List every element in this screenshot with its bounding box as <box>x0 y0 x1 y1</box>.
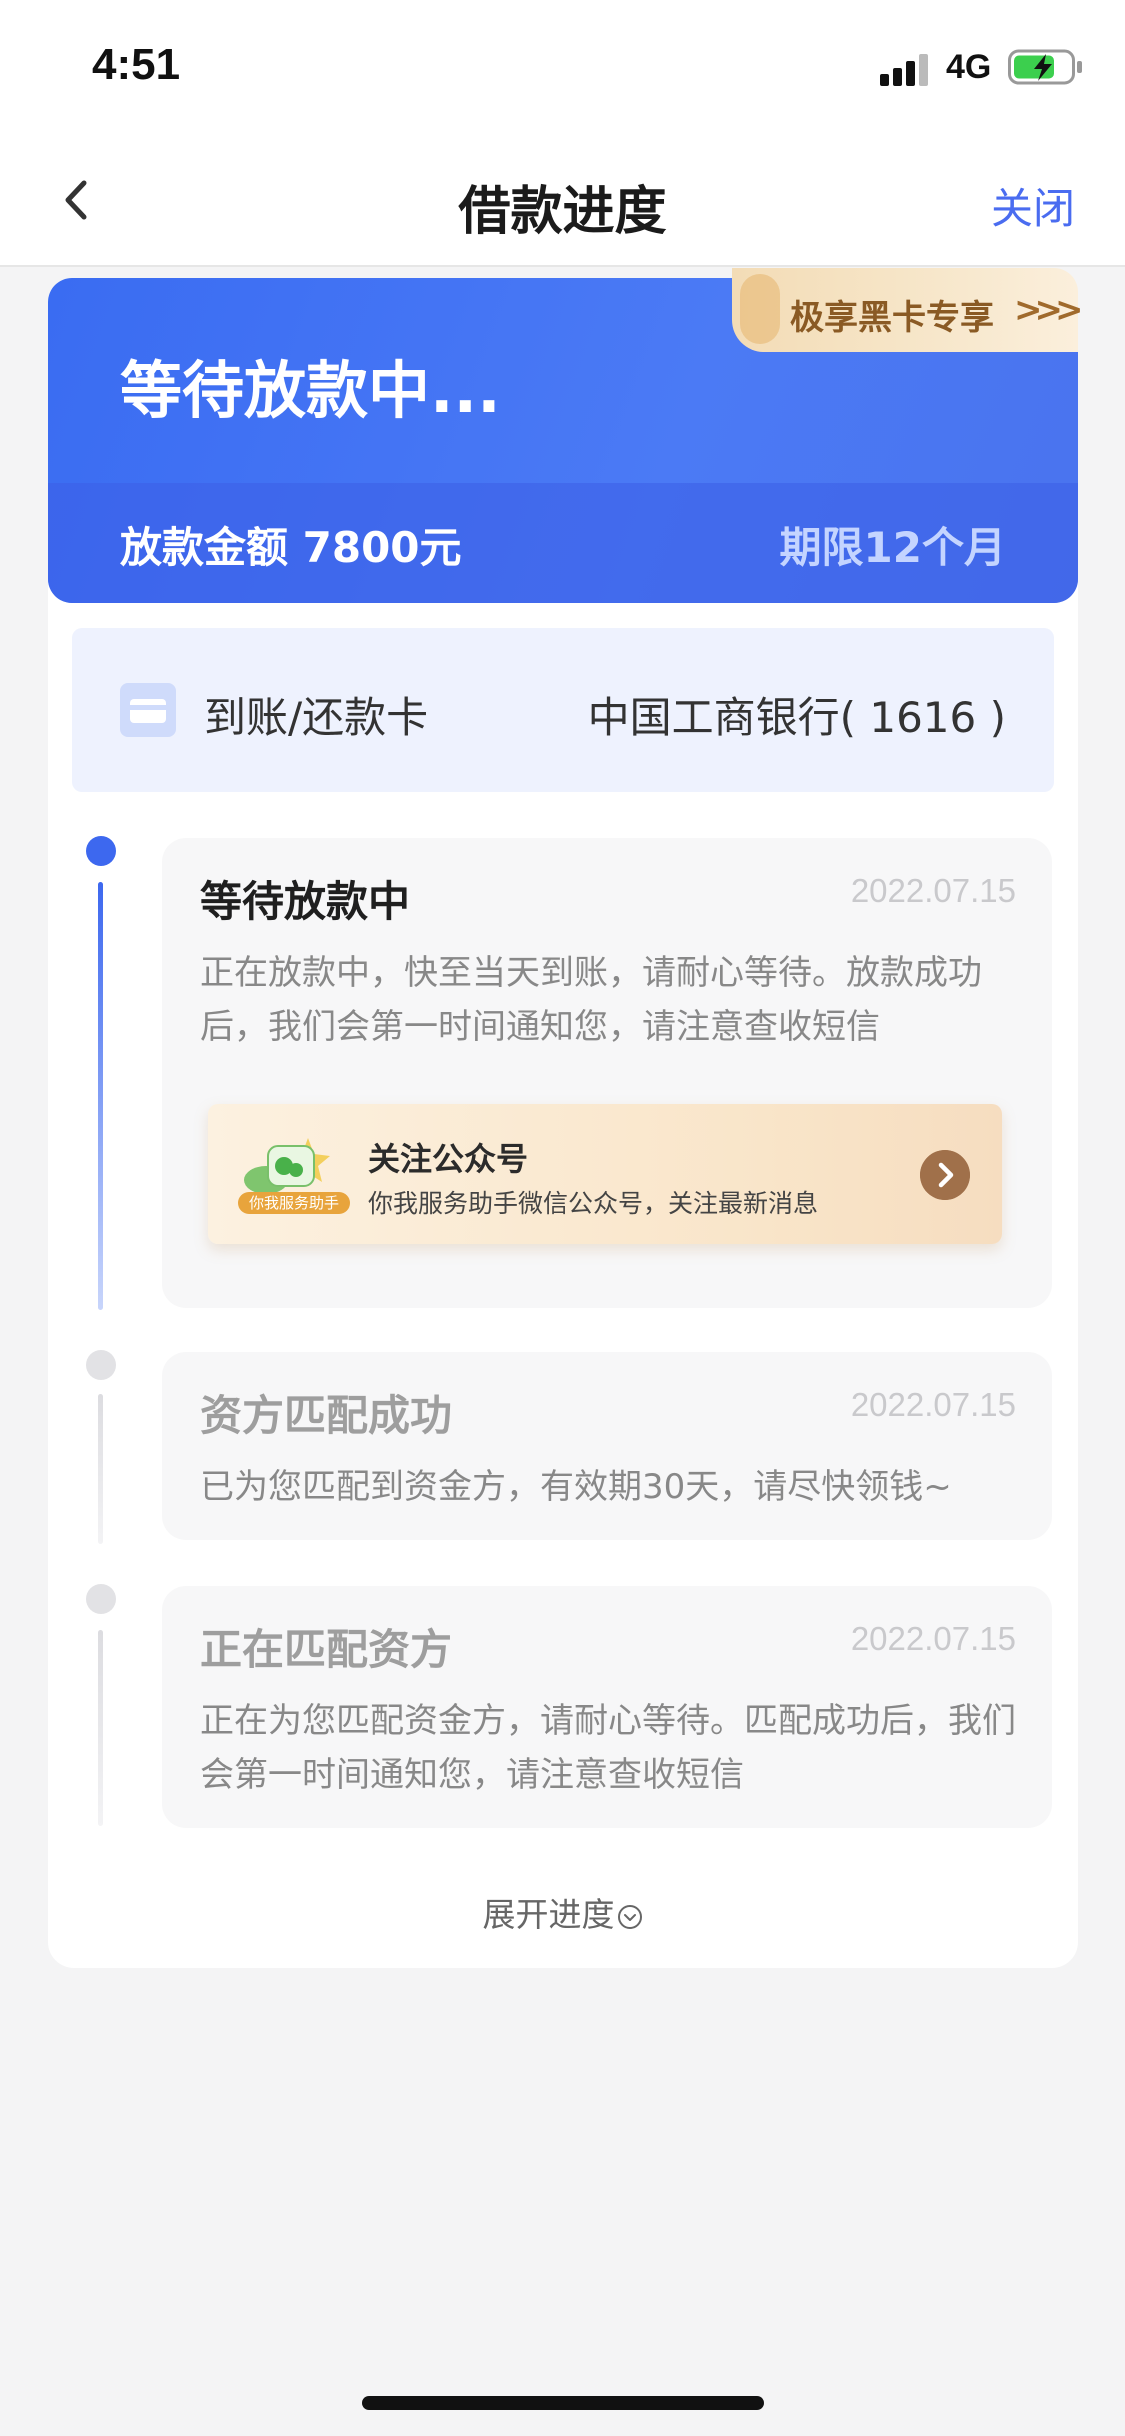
bank-card-icon <box>120 683 176 737</box>
close-button[interactable]: 关闭 <box>991 175 1075 236</box>
timeline-line-inactive <box>98 1630 103 1826</box>
home-indicator[interactable] <box>362 2396 764 2410</box>
step-desc-line: 正在放款中，快至当天到账，请耐心等待。放款成功 <box>200 953 982 993</box>
step-desc-line: 已为您匹配到资金方，有效期30天，请尽快领钱~ <box>200 1467 952 1507</box>
step-desc-line: 会第一时间通知您，请注意查收短信 <box>200 1755 744 1795</box>
loan-amount: 放款金额 7800元 <box>120 523 462 572</box>
step-title: 资方匹配成功 <box>200 1391 453 1440</box>
timeline-dot-inactive <box>86 1584 116 1614</box>
timeline-dot-inactive <box>86 1350 116 1380</box>
step-desc-line: 后，我们会第一时间通知您，请注意查收短信 <box>200 1007 880 1047</box>
timeline-step-loan-pending: 等待放款中 2022.07.15 正在放款中，快至当天到账，请耐心等待。放款成功… <box>162 838 1052 1308</box>
network-type: 4G <box>946 48 992 86</box>
timeline-line-active <box>98 882 103 1310</box>
card-label: 到账/还款卡 <box>204 693 429 742</box>
expand-label: 展开进度 <box>482 1895 615 1934</box>
loan-status-text: 等待放款中... <box>120 354 501 427</box>
follow-desc: 你我服务助手微信公众号，关注最新消息 <box>368 1189 819 1218</box>
status-time: 4:51 <box>92 40 181 89</box>
wechat-assistant-icon: 你我服务助手 <box>238 1138 350 1214</box>
expand-progress-button[interactable]: 展开进度 <box>0 1888 1125 1936</box>
step-title: 正在匹配资方 <box>200 1625 453 1674</box>
icon-badge-text: 你我服务助手 <box>249 1194 339 1212</box>
timeline-dot-active <box>86 836 116 866</box>
chevron-right-icon[interactable] <box>920 1150 970 1200</box>
step-title: 等待放款中 <box>200 877 411 926</box>
nav-bar: 借款进度 关闭 <box>0 135 1125 267</box>
follow-official-account-card[interactable]: 你我服务助手 关注公众号 你我服务助手微信公众号，关注最新消息 <box>208 1104 1002 1244</box>
step-date: 2022.07.15 <box>850 872 1016 909</box>
vip-label: 极享黑卡专享 <box>790 298 994 338</box>
triple-chevron-icon: >>> <box>1014 290 1084 330</box>
follow-title: 关注公众号 <box>368 1140 529 1178</box>
step-desc-line: 正在为您匹配资金方，请耐心等待。匹配成功后，我们 <box>200 1701 1016 1741</box>
card-bank-name: 中国工商银行( 1616 ) <box>587 693 1006 742</box>
timeline-step-matching-funder: 正在匹配资方 2022.07.15 正在为您匹配资金方，请耐心等待。匹配成功后，… <box>162 1586 1052 1828</box>
step-date: 2022.07.15 <box>850 1386 1016 1423</box>
chevron-down-circle-icon <box>617 1905 642 1929</box>
page-title: 借款进度 <box>458 182 667 242</box>
step-date: 2022.07.15 <box>850 1620 1016 1657</box>
loan-term: 期限12个月 <box>779 523 1006 572</box>
timeline-line-inactive <box>98 1394 103 1544</box>
battery-charging-icon <box>1008 49 1082 85</box>
timeline-step-funder-matched: 资方匹配成功 2022.07.15 已为您匹配到资金方，有效期30天，请尽快领钱… <box>162 1352 1052 1540</box>
vip-glow-decoration <box>740 274 780 344</box>
status-bar: 4:51 4G <box>0 0 1125 135</box>
signal-icon <box>880 54 928 86</box>
repayment-card-row: 到账/还款卡 中国工商银行( 1616 ) <box>72 628 1054 792</box>
vip-black-card-badge[interactable]: 极享黑卡专享 >>> <box>732 268 1084 352</box>
